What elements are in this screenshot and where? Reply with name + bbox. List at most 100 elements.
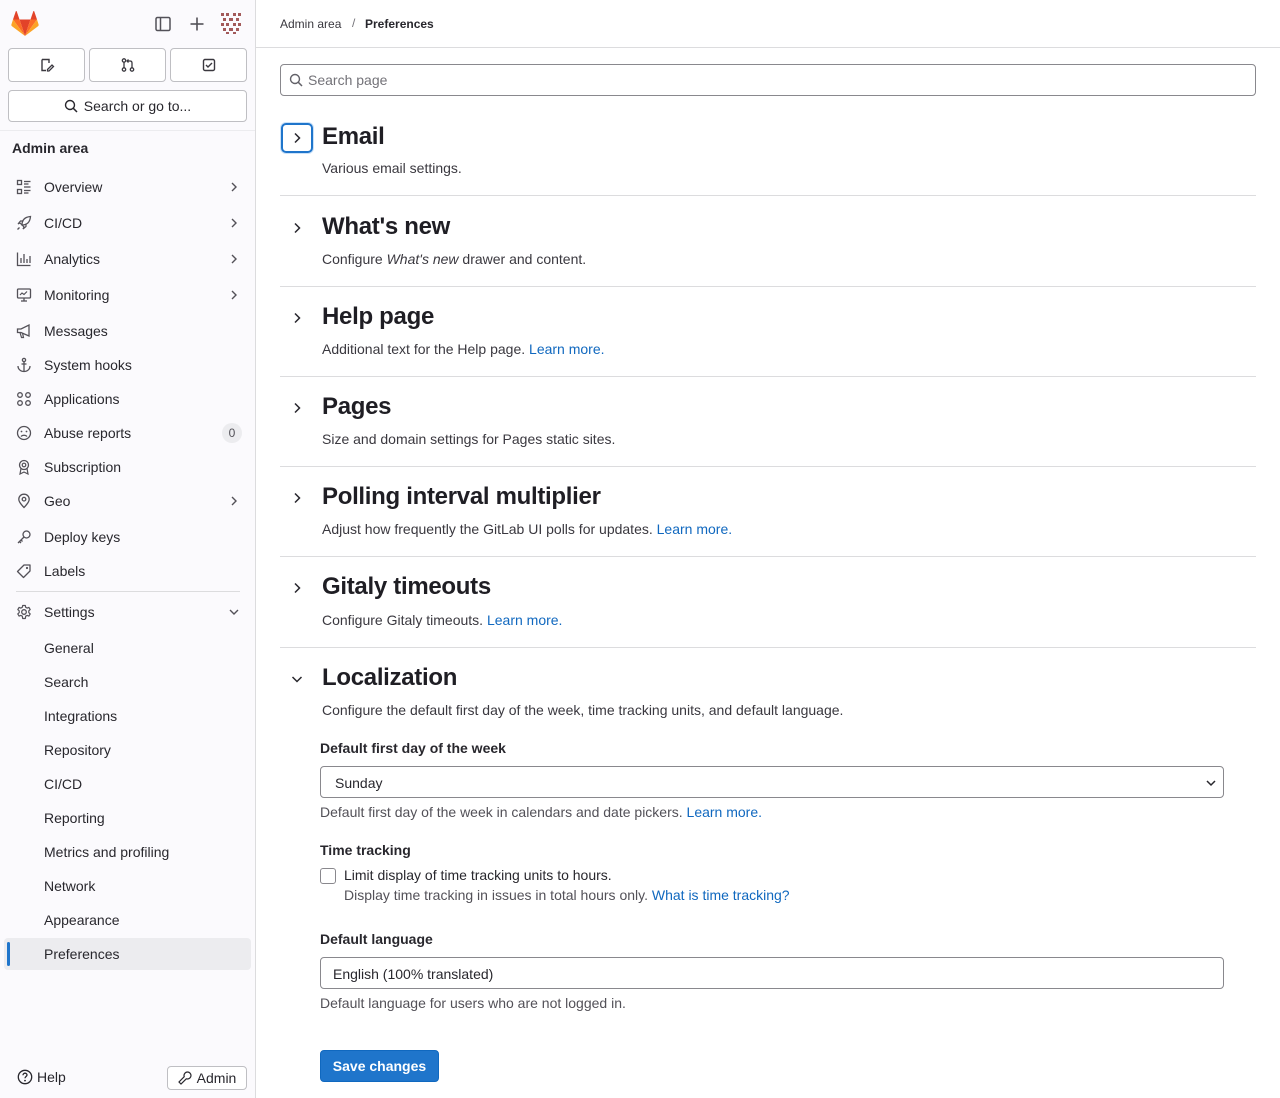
learn-more-link[interactable]: Learn more. [657, 521, 732, 537]
search-icon [64, 99, 78, 113]
sidebar-item-subscription[interactable]: Subscription [8, 451, 248, 483]
chevron-down-icon [291, 676, 303, 683]
section-toggle[interactable] [281, 483, 313, 513]
section-toggle[interactable] [281, 303, 313, 333]
sidebar-subitem-cicd[interactable]: CI/CD [4, 768, 251, 800]
section-description: Configure What's new drawer and content. [322, 251, 586, 267]
label-icon [16, 563, 32, 579]
sidebar-item-abuse-reports[interactable]: Abuse reports 0 [8, 417, 248, 449]
chevron-right-icon [228, 495, 240, 507]
section-toggle[interactable] [281, 213, 313, 243]
learn-more-link[interactable]: Learn more. [487, 612, 562, 628]
section-email: Email Various email settings. [280, 120, 1256, 196]
breadcrumb-separator: / [352, 16, 356, 30]
sidebar-item-settings[interactable]: Settings [8, 596, 248, 628]
search-or-go-button[interactable]: Search or go to... [8, 90, 247, 122]
sidebar-item-applications[interactable]: Applications [8, 383, 248, 415]
sidebar: Search or go to... Admin area Overview C… [0, 0, 256, 1098]
merge-request-icon [121, 58, 134, 72]
section-title[interactable]: What's new [322, 213, 450, 241]
chevron-right-icon [294, 132, 301, 144]
section-title[interactable]: Polling interval multiplier [322, 483, 601, 511]
sidebar-item-label: CI/CD [44, 215, 83, 231]
time-tracking-link[interactable]: What is time tracking? [652, 887, 790, 903]
help-button[interactable]: Help [17, 1069, 66, 1085]
merge-requests-button[interactable] [89, 48, 166, 82]
sidebar-item-label: Deploy keys [44, 529, 121, 545]
description-text: Configure Gitaly timeouts. [322, 612, 484, 628]
learn-more-link[interactable]: Learn more. [687, 804, 762, 820]
overview-icon [16, 179, 32, 195]
help-text: Display time tracking in issues in total… [344, 887, 648, 903]
chevron-down-icon [1205, 777, 1217, 789]
admin-button[interactable]: Admin [167, 1066, 247, 1090]
chevron-right-icon [294, 312, 301, 324]
save-changes-button[interactable]: Save changes [320, 1050, 439, 1082]
sidebar-subitem-label: Search [44, 674, 89, 690]
chevron-right-icon [294, 492, 301, 504]
section-toggle[interactable] [281, 393, 313, 423]
sidebar-item-cicd[interactable]: CI/CD [8, 207, 248, 239]
sidebar-item-analytics[interactable]: Analytics [8, 243, 248, 275]
sidebar-subitem-label: Metrics and profiling [44, 844, 170, 860]
search-icon [289, 73, 303, 87]
sidebar-item-deploy-keys[interactable]: Deploy keys [8, 521, 248, 553]
section-title[interactable]: Email [322, 123, 385, 151]
sidebar-subitem-network[interactable]: Network [4, 870, 251, 902]
key-icon [16, 529, 32, 545]
description-text: Configure [322, 251, 387, 267]
section-title[interactable]: Pages [322, 393, 392, 421]
section-description: Configure the default first day of the w… [322, 702, 844, 718]
sidebar-item-monitoring[interactable]: Monitoring [8, 279, 248, 311]
first-day-label: Default first day of the week [320, 740, 506, 756]
time-tracking-checkbox-label[interactable]: Limit display of time tracking units to … [344, 867, 612, 883]
section-title[interactable]: Localization [322, 664, 457, 692]
section-whats-new: What's new Configure What's new drawer a… [280, 196, 1256, 287]
gitlab-logo-icon[interactable] [11, 11, 39, 37]
sidebar-item-messages[interactable]: Messages [8, 315, 248, 347]
sidebar-subitem-appearance[interactable]: Appearance [4, 904, 251, 936]
sidebar-item-geo[interactable]: Geo [8, 485, 248, 517]
gear-icon [16, 604, 32, 620]
search-page-input[interactable] [308, 69, 1208, 91]
sidebar-item-overview[interactable]: Overview [8, 171, 248, 203]
first-day-select[interactable]: Sunday [320, 766, 1224, 798]
description-text: drawer and content. [458, 251, 587, 267]
sidebar-item-label: Abuse reports [44, 425, 132, 441]
sidebar-subitem-integrations[interactable]: Integrations [4, 700, 251, 732]
sidebar-toggle-icon[interactable] [152, 13, 174, 35]
sidebar-subitem-metrics[interactable]: Metrics and profiling [4, 836, 251, 868]
plus-icon[interactable] [186, 13, 208, 35]
sidebar-subitem-repository[interactable]: Repository [4, 734, 251, 766]
sidebar-subitem-preferences[interactable]: Preferences [4, 938, 251, 970]
anchor-icon [16, 357, 32, 373]
monitor-icon [16, 287, 32, 303]
time-tracking-checkbox[interactable] [320, 868, 336, 884]
section-description: Adjust how frequently the GitLab UI poll… [322, 521, 732, 537]
section-toggle[interactable] [281, 123, 313, 153]
section-description: Various email settings. [322, 160, 462, 176]
sidebar-item-label: Messages [44, 323, 108, 339]
section-help-page: Help page Additional text for the Help p… [280, 287, 1256, 377]
sidebar-item-labels[interactable]: Labels [8, 555, 248, 587]
user-avatar[interactable] [219, 11, 243, 35]
sidebar-subitem-reporting[interactable]: Reporting [4, 802, 251, 834]
breadcrumb-current[interactable]: Preferences [365, 17, 434, 31]
sidebar-subitem-search[interactable]: Search [4, 666, 251, 698]
default-language-select[interactable]: English (100% translated) [320, 957, 1224, 989]
section-toggle[interactable] [281, 573, 313, 603]
chevron-right-icon [228, 217, 240, 229]
learn-more-link[interactable]: Learn more. [529, 341, 604, 357]
section-toggle[interactable] [281, 664, 313, 694]
sidebar-subitem-general[interactable]: General [4, 632, 251, 664]
sidebar-item-system-hooks[interactable]: System hooks [8, 349, 248, 381]
search-page-box [280, 64, 1256, 96]
section-title[interactable]: Gitaly timeouts [322, 573, 491, 601]
sidebar-subitem-label: Integrations [44, 708, 118, 724]
todo-button[interactable] [170, 48, 247, 82]
sidebar-subitem-label: Appearance [44, 912, 120, 928]
sidebar-divider [16, 591, 240, 592]
breadcrumb-parent[interactable]: Admin area [280, 17, 341, 31]
issues-button[interactable] [8, 48, 85, 82]
section-title[interactable]: Help page [322, 303, 434, 331]
